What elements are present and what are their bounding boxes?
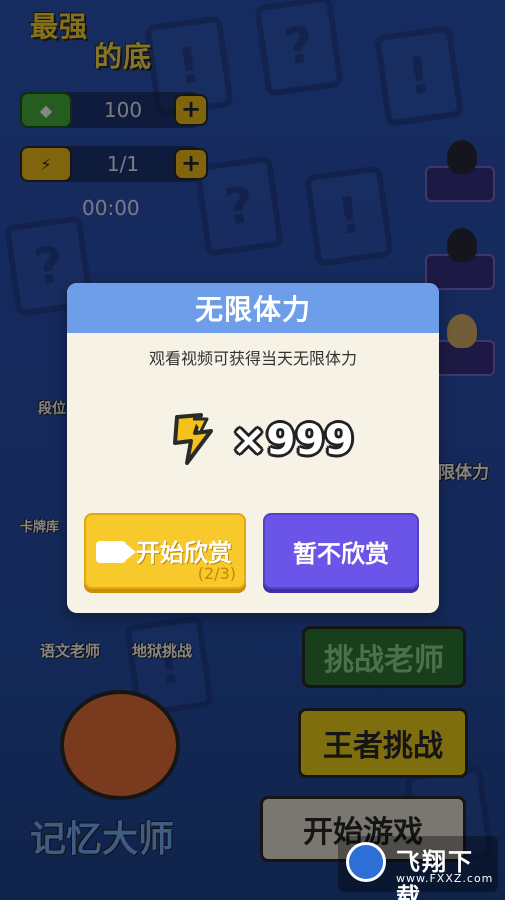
watermark-title: 飞翔下载 [396, 848, 474, 900]
skip-button[interactable]: 暂不欣赏 [263, 513, 419, 589]
download-site-watermark: 飞翔下载 www.FXXZ.com [338, 836, 498, 900]
reward-count: ×999 [231, 414, 354, 464]
dialog-title: 无限体力 [67, 283, 439, 333]
lightning-icon [173, 413, 213, 465]
unlimited-energy-dialog: 无限体力 观看视频可获得当天无限体力 ×999 开始欣赏 (2/3) 暂不欣赏 [67, 283, 439, 613]
watch-count: (2/3) [197, 564, 236, 583]
dialog-description: 观看视频可获得当天无限体力 [148, 349, 357, 368]
video-camera-icon [96, 541, 136, 563]
watermark-url: www.FXXZ.com [396, 872, 494, 885]
reward-display: ×999 [167, 409, 354, 469]
watch-video-label: 开始欣赏 [136, 539, 232, 567]
watermark-logo-icon [346, 842, 386, 882]
watch-video-button[interactable]: 开始欣赏 (2/3) [84, 513, 246, 589]
